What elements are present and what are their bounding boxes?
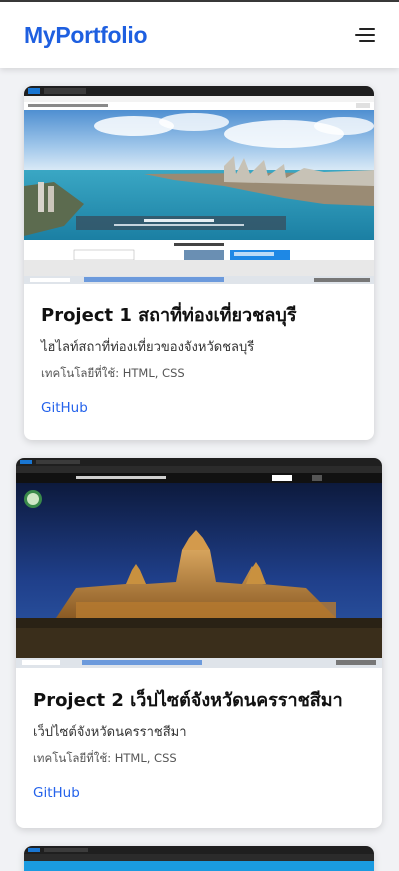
site-brand[interactable]: MyPortfolio [24,22,148,49]
project-card-1: Project 1 สถาที่ท่องเที่ยวชลบุรี ไฮไลท์ส… [24,86,374,440]
project-3-screenshot [24,846,374,871]
project-2-github-link[interactable]: GitHub [33,784,80,802]
project-2-tech: เทคโนโลยีที่ใช้: HTML, CSS [33,751,177,765]
project-1-github-link[interactable]: GitHub [41,399,88,417]
project-card-2: Project 2 เว็ปไซต์จังหวัดนครราชสีมา เว็ป… [16,458,382,828]
project-2-description: เว็ปไซต์จังหวัดนครราชสีมา [33,725,187,740]
project-1-description: ไฮไลท์สถาที่ท่องเที่ยวของจังหวัดชลบุรี [41,340,255,355]
project-1-screenshot [24,86,374,284]
hamburger-menu-icon[interactable] [349,24,375,46]
project-2-screenshot [16,458,382,668]
project-card-3 [24,846,374,871]
site-header: MyPortfolio [0,2,399,68]
project-2-title: Project 2 เว็ปไซต์จังหวัดนครราชสีมา [33,690,343,711]
project-1-title: Project 1 สถาที่ท่องเที่ยวชลบุรี [41,305,297,326]
project-1-tech: เทคโนโลยีที่ใช้: HTML, CSS [41,366,185,380]
